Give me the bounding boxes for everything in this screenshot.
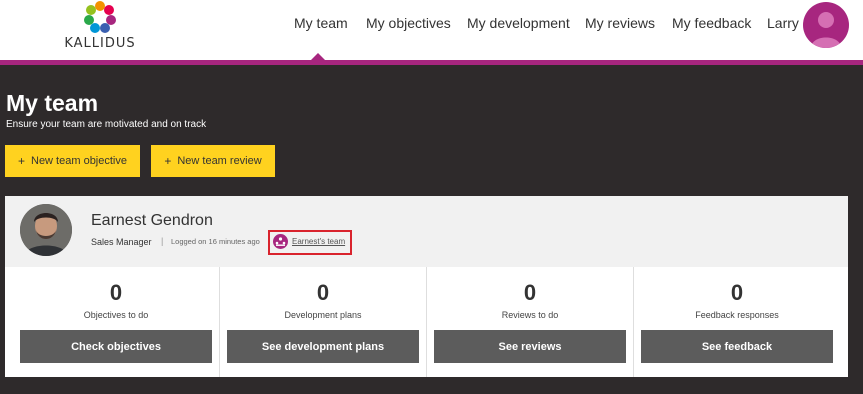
top-header: KALLIDUS My team My objectives My develo… [0,0,863,60]
stat-value: 0 [730,280,744,305]
new-team-review-button[interactable]: + New team review [151,145,275,177]
stat-label: Reviews to do [501,310,559,320]
nav-my-feedback[interactable]: My feedback [672,15,751,31]
stat-label: Feedback responses [695,310,779,320]
plus-icon: + [164,154,172,168]
check-objectives-button[interactable]: Check objectives [20,330,212,363]
plus-icon: + [17,154,25,168]
member-team-link[interactable]: Earnest's team [292,237,345,246]
user-name[interactable]: Larry [767,15,799,31]
new-team-objective-button[interactable]: + New team objective [5,145,140,177]
button-label: New team review [177,155,262,167]
nav-my-team[interactable]: My team [294,15,348,31]
stat-value: 0 [109,280,123,305]
member-photo[interactable] [20,204,72,256]
page-title: My team [6,90,99,116]
stat-objectives: 0 Objectives to do [20,280,212,320]
active-nav-indicator [311,53,325,60]
see-reviews-button[interactable]: See reviews [434,330,626,363]
logo-text: KALLIDUS [64,36,136,51]
nav-my-objectives[interactable]: My objectives [366,15,451,31]
member-header [5,196,848,267]
last-login: Logged on 16 minutes ago [171,237,260,246]
logo-flower-icon [84,1,116,33]
nav-my-reviews[interactable]: My reviews [585,15,655,31]
member-portrait-icon [20,204,72,256]
stat-reviews: 0 Reviews to do [434,280,626,320]
member-role: Sales Manager [91,237,152,247]
header-accent-stripe [0,60,863,65]
team-member-card: Earnest Gendron Sales Manager | Logged o… [5,196,848,377]
user-avatar[interactable] [803,2,849,48]
stat-development: 0 Development plans [227,280,419,320]
stat-feedback: 0 Feedback responses [641,280,833,320]
stat-value: 0 [523,280,537,305]
stat-divider [219,267,220,377]
team-icon [273,234,288,249]
nav-my-development[interactable]: My development [467,15,570,31]
see-feedback-button[interactable]: See feedback [641,330,833,363]
member-name[interactable]: Earnest Gendron [91,212,213,230]
stat-divider [426,267,427,377]
stat-label: Objectives to do [83,310,149,320]
see-development-plans-button[interactable]: See development plans [227,330,419,363]
stat-divider [633,267,634,377]
meta-separator: | [161,236,164,246]
button-label: New team objective [31,155,127,167]
stat-label: Development plans [284,310,362,320]
stat-value: 0 [316,280,330,305]
kallidus-logo[interactable]: KALLIDUS [60,0,140,56]
page-subtitle: Ensure your team are motivated and on tr… [6,119,207,130]
person-silhouette-icon [811,12,841,48]
